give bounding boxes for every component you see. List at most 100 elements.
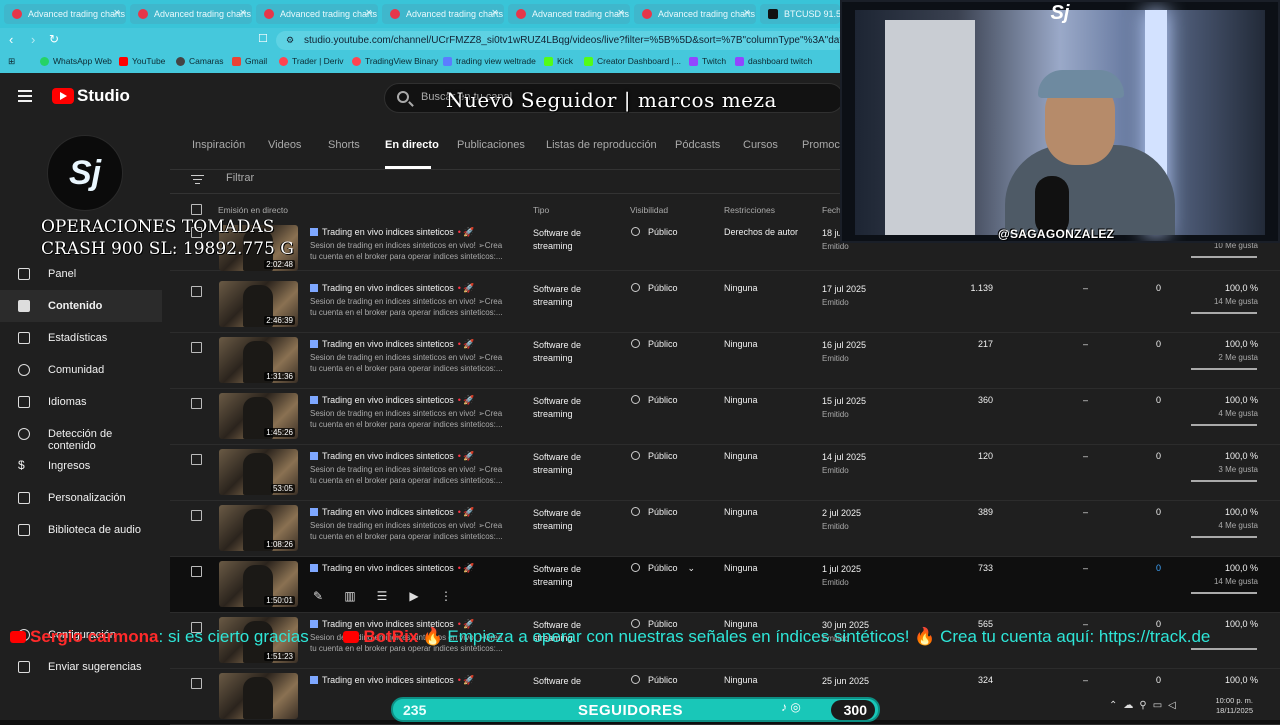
table-row[interactable]: 1:45:26 Trading en vivo indices sintetico… [170, 389, 1280, 445]
column-header-video[interactable]: Emisión en directo [218, 205, 288, 215]
clock[interactable]: 10:00 p. m. 18/11/2025 [1209, 696, 1253, 716]
video-thumbnail[interactable]: 1:50:01 [219, 561, 298, 607]
sidebar-item-deteccion[interactable]: Detección de contenido [0, 418, 162, 452]
chevron-down-icon[interactable]: ⌄ [688, 563, 696, 573]
close-icon[interactable]: × [366, 7, 372, 19]
filter-icon[interactable] [191, 172, 204, 187]
youtube-logo-icon[interactable] [52, 88, 74, 104]
tab-cursos[interactable]: Cursos [743, 139, 778, 151]
bookmark-youtube[interactable]: YouTube [119, 56, 165, 66]
bookmark-creator-dashboard[interactable]: Creator Dashboard |... [584, 56, 681, 66]
back-icon[interactable]: ‹ [9, 32, 13, 47]
video-thumbnail[interactable]: 53:05 [219, 449, 298, 495]
sidebar-item-panel[interactable]: Panel [0, 258, 162, 290]
row-checkbox[interactable] [191, 510, 202, 521]
table-row[interactable]: 1:31:36 Trading en vivo indices sintetico… [170, 333, 1280, 389]
browser-tab[interactable]: Advanced trading charts × [634, 4, 756, 24]
tab-listas[interactable]: Listas de reproducción [546, 139, 657, 151]
visibility-cell[interactable]: Público [631, 227, 678, 237]
tab-shorts[interactable]: Shorts [328, 139, 360, 151]
video-title[interactable]: Trading en vivo indices sinteticos • 🚀 [310, 395, 475, 406]
sidebar-item-ingresos[interactable]: $ Ingresos [0, 450, 162, 482]
visibility-cell[interactable]: Público [631, 339, 678, 349]
browser-tab[interactable]: BTCUSD 91.5 [760, 4, 840, 24]
apps-icon[interactable]: ⊞ [8, 56, 15, 67]
row-checkbox[interactable] [191, 286, 202, 297]
video-thumbnail[interactable]: 1:45:26 [219, 393, 298, 439]
sidebar-item-comunidad[interactable]: Comunidad [0, 354, 162, 386]
close-icon[interactable]: × [744, 7, 750, 19]
url-field[interactable]: ⚙ studio.youtube.com/channel/UCrFMZZ8_si0… [276, 31, 846, 50]
visibility-cell[interactable]: Público [631, 507, 678, 517]
bookmark-gmail[interactable]: Gmail [232, 56, 267, 66]
browser-tab[interactable]: Advanced trading charts × [256, 4, 378, 24]
browser-tab[interactable]: Advanced trading charts × [508, 4, 630, 24]
select-all-checkbox[interactable] [191, 204, 202, 215]
visibility-cell[interactable]: Público ⌄ [631, 563, 695, 574]
row-checkbox[interactable] [191, 566, 202, 577]
video-title[interactable]: Trading en vivo indices sinteticos • 🚀 [310, 283, 475, 294]
video-thumbnail[interactable] [219, 673, 298, 719]
table-row[interactable]: 1:50:01 Trading en vivo indices sintetico… [170, 557, 1280, 613]
row-checkbox[interactable] [191, 342, 202, 353]
bookmark-whatsapp[interactable]: WhatsApp Web [40, 56, 112, 66]
sidebar-item-idiomas[interactable]: Idiomas [0, 386, 162, 418]
close-icon[interactable]: × [240, 7, 246, 19]
sidebar-item-sugerencias[interactable]: Enviar sugerencias [0, 651, 162, 683]
browser-tab[interactable]: Advanced trading charts × [130, 4, 252, 24]
close-icon[interactable]: × [492, 7, 498, 19]
table-row[interactable]: 2:46:39 Trading en vivo indices sintetico… [170, 277, 1280, 333]
column-header-type[interactable]: Tipo [533, 205, 549, 215]
bookmark-icon[interactable]: ☐ [258, 32, 268, 45]
filter-input[interactable]: Filtrar [226, 172, 254, 184]
sidebar-item-personalizacion[interactable]: Personalización [0, 482, 162, 514]
forward-icon[interactable]: › [31, 32, 35, 47]
row-checkbox[interactable] [191, 454, 202, 465]
comments-icon[interactable]: ☰ [374, 589, 390, 603]
video-title[interactable]: Trading en vivo indices sinteticos • 🚀 [310, 451, 475, 462]
visibility-cell[interactable]: Público [631, 283, 678, 293]
table-row[interactable]: 53:05 Trading en vivo indices sinteticos •… [170, 445, 1280, 501]
more-options-icon[interactable]: ⋮ [438, 589, 454, 603]
tab-videos[interactable]: Videos [268, 139, 301, 151]
youtube-play-icon[interactable]: ▶ [406, 589, 422, 603]
sidebar-item-contenido[interactable]: Contenido [0, 290, 162, 322]
column-header-restrictions[interactable]: Restricciones [724, 205, 775, 215]
visibility-cell[interactable]: Público [631, 395, 678, 405]
video-title[interactable]: Trading en vivo indices sinteticos • 🚀 [310, 507, 475, 518]
tab-publicaciones[interactable]: Publicaciones [457, 139, 525, 151]
video-thumbnail[interactable]: 1:31:36 [219, 337, 298, 383]
sidebar-item-estadisticas[interactable]: Estadísticas [0, 322, 162, 354]
table-row[interactable]: 1:08:26 Trading en vivo indices sintetico… [170, 501, 1280, 557]
video-thumbnail[interactable]: 2:46:39 [219, 281, 298, 327]
browser-tab[interactable]: Advanced trading charts × [382, 4, 504, 24]
tray-icons[interactable]: ⌃☁⚲▭◁ [1109, 700, 1182, 711]
video-title[interactable]: Trading en vivo indices sinteticos • 🚀 [310, 227, 475, 238]
sidebar-item-biblioteca[interactable]: Biblioteca de audio [0, 514, 162, 546]
visibility-cell[interactable]: Público [631, 451, 678, 461]
site-info-icon[interactable]: ⚙ [286, 31, 294, 50]
channel-avatar[interactable]: Sj [47, 135, 123, 211]
edit-icon[interactable]: ✎ [310, 589, 326, 603]
video-thumbnail[interactable]: 1:08:26 [219, 505, 298, 551]
bookmark-dashboard-twitch[interactable]: dashboard twitch [735, 56, 812, 66]
bookmark-kick[interactable]: Kick [544, 56, 573, 66]
column-header-visibility[interactable]: Visibilidad [630, 205, 668, 215]
video-title[interactable]: Trading en vivo indices sinteticos • 🚀 [310, 675, 475, 686]
reload-icon[interactable]: ↻ [49, 32, 59, 46]
row-checkbox[interactable] [191, 678, 202, 689]
bookmark-tradingview-weltrade[interactable]: trading view weltrade [443, 56, 536, 66]
bookmark-tradingview-binary[interactable]: TradingView Binary [352, 56, 438, 66]
video-title[interactable]: Trading en vivo indices sinteticos • 🚀 [310, 563, 475, 574]
bookmark-deriv[interactable]: Trader | Deriv [279, 56, 344, 66]
menu-icon[interactable] [18, 90, 32, 102]
visibility-cell[interactable]: Público [631, 675, 678, 685]
row-checkbox[interactable] [191, 398, 202, 409]
bookmark-camaras[interactable]: Camaras [176, 56, 223, 66]
tab-en-directo[interactable]: En directo [385, 139, 439, 151]
tab-inspiracion[interactable]: Inspiración [192, 139, 245, 151]
close-icon[interactable]: × [114, 7, 120, 19]
browser-tab[interactable]: Advanced trading charts × [4, 4, 126, 24]
tab-podcasts[interactable]: Pódcasts [675, 139, 720, 151]
close-icon[interactable]: × [618, 7, 624, 19]
